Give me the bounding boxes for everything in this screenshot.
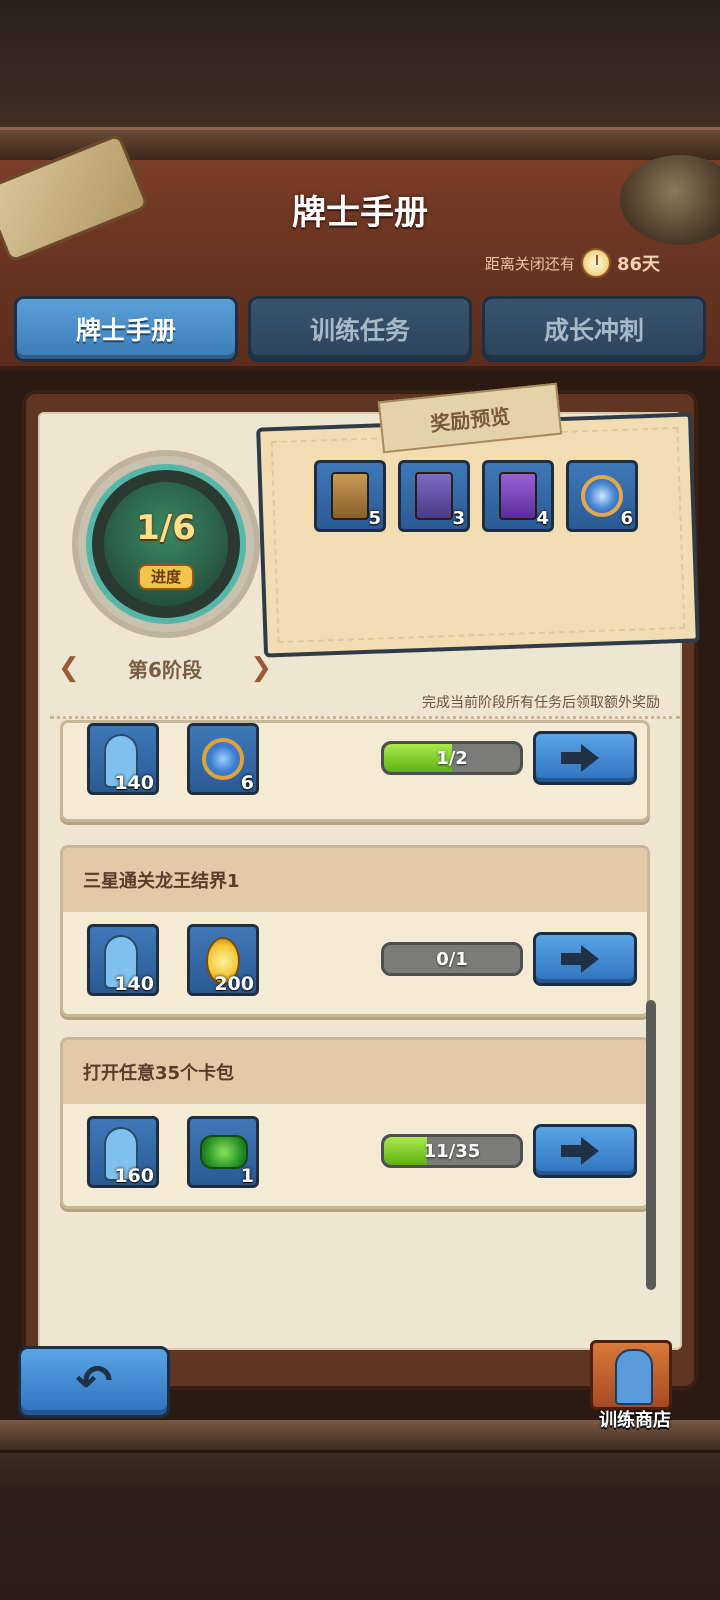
purple-card-pack-icon	[415, 472, 453, 520]
go-button[interactable]	[533, 731, 637, 785]
tab-training-tasks[interactable]: 训练任务	[248, 296, 472, 362]
reward-count: 6	[240, 772, 254, 794]
reward-count: 160	[114, 1165, 154, 1187]
item-count: 3	[452, 508, 465, 529]
progress-text: 11/35	[423, 1140, 481, 1162]
violet-card-pack-icon	[499, 472, 537, 520]
tab-growth-sprint[interactable]: 成长冲刺	[482, 296, 706, 362]
reward-preview-card	[256, 412, 700, 658]
reward-item[interactable]: 5	[314, 460, 386, 532]
page-title: 牌士手册	[292, 193, 428, 233]
chevron-right-icon[interactable]: ❯	[250, 655, 272, 681]
reward-count: 200	[214, 973, 254, 995]
arrow-right-icon	[561, 945, 599, 973]
task-progress-bar: 0/1	[381, 942, 523, 976]
reward-count: 140	[114, 973, 154, 995]
reward-count: 1	[240, 1165, 254, 1187]
stage-selector: ❮ 第6阶段 ❯	[58, 650, 272, 686]
reward-slot[interactable]: 6	[187, 723, 259, 795]
dotted-divider	[50, 716, 680, 719]
clock-icon	[580, 248, 611, 278]
go-button[interactable]	[533, 1124, 637, 1178]
progress-text: 1/2	[436, 747, 468, 769]
task-title: 打开任意35个卡包	[63, 1040, 647, 1104]
scrollbar[interactable]	[646, 1000, 656, 1290]
task-card: 打开任意35个卡包 160 1 11/35	[60, 1037, 650, 1209]
reward-slot[interactable]: 140	[87, 723, 159, 795]
task-progress-bar: 11/35	[381, 1134, 523, 1168]
item-count: 5	[368, 508, 381, 529]
reward-slot[interactable]: 140	[87, 924, 159, 996]
reward-item[interactable]: 4	[482, 460, 554, 532]
progress-badge-label: 进度	[138, 564, 194, 590]
arrow-right-icon	[561, 744, 599, 772]
back-button[interactable]: ↶	[18, 1346, 170, 1418]
reward-slot[interactable]: 1	[187, 1116, 259, 1188]
reward-preview-items: 5 3 4 6	[314, 460, 638, 532]
stage-label: 第6阶段	[128, 657, 202, 682]
reward-item[interactable]: 3	[398, 460, 470, 532]
training-shop-icon[interactable]	[590, 1340, 672, 1410]
tab-handbook[interactable]: 牌士手册	[14, 296, 238, 362]
task-card: 140 6 1/2	[60, 720, 650, 822]
tab-bar: 牌士手册 训练任务 成长冲刺	[14, 296, 706, 362]
progress-text: 0/1	[436, 948, 468, 970]
reward-item[interactable]: 6	[566, 460, 638, 532]
item-count: 4	[536, 508, 549, 529]
task-card: 三星通关龙王结界1 140 200 0/1	[60, 845, 650, 1017]
green-gem-icon	[200, 1135, 248, 1169]
training-shop-label[interactable]: 训练商店	[580, 1406, 690, 1432]
stage-hint: 完成当前阶段所有任务后领取额外奖励	[422, 695, 660, 711]
countdown: 距离关闭还有 86天	[485, 248, 660, 278]
back-arrow-icon: ↶	[75, 1356, 113, 1407]
go-button[interactable]	[533, 932, 637, 986]
reward-slot[interactable]: 160	[87, 1116, 159, 1188]
task-title: 三星通关龙王结界1	[63, 848, 647, 912]
chevron-left-icon[interactable]: ❮	[58, 655, 80, 681]
bottom-wood-border	[0, 1420, 720, 1600]
brown-card-pack-icon	[331, 472, 369, 520]
progress-badge-value: 1/6	[136, 508, 196, 548]
top-wood-border	[0, 0, 720, 160]
countdown-value: 86天	[616, 254, 660, 275]
reward-count: 140	[114, 772, 154, 794]
blue-crystal-coin-icon	[202, 738, 244, 780]
crystal-orb-icon	[581, 475, 623, 517]
item-count: 6	[620, 508, 633, 529]
arrow-right-icon	[561, 1137, 599, 1165]
reward-slot[interactable]: 200	[187, 924, 259, 996]
countdown-label: 距离关闭还有	[484, 254, 575, 273]
task-progress-bar: 1/2	[381, 741, 523, 775]
